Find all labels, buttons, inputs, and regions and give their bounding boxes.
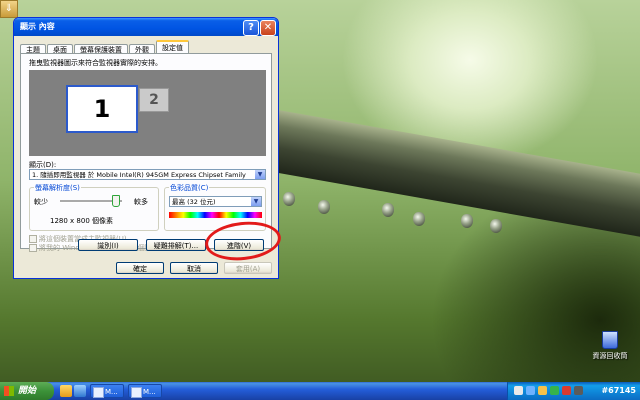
tab-bar: 主題 桌面 螢幕保護裝置 外觀 設定值 <box>20 40 190 56</box>
color-spectrum-bar <box>169 212 262 218</box>
cancel-button[interactable]: 取消 <box>170 262 218 274</box>
monitor-arrangement: 1 2 <box>29 70 266 156</box>
start-label: 開始 <box>18 386 37 396</box>
resolution-value: 1280 x 800 個像素 <box>50 217 113 225</box>
system-tray: #67145 <box>507 382 640 400</box>
monitor-tray-icon[interactable] <box>574 386 583 395</box>
water-drop <box>461 214 473 228</box>
instruction-text: 拖曳監視器圖示來符合監視器實際的安排。 <box>29 59 162 67</box>
water-drop <box>318 200 330 214</box>
taskbar-button-label: M... <box>143 388 156 396</box>
windows-logo-icon <box>4 386 14 396</box>
resolution-legend: 螢幕解析度(S) <box>34 183 81 193</box>
settings-panel: 拖曳監視器圖示來符合監視器實際的安排。 1 2 顯示(D): 1. 隨插即用監視… <box>20 53 272 252</box>
chevron-down-icon[interactable]: ▼ <box>255 170 265 179</box>
display-select-value: 1. 隨插即用監視器 於 Mobile Intel(R) 945GM Expre… <box>32 171 246 179</box>
dialog-title: 顯示 內容 <box>20 22 55 31</box>
clock[interactable]: #67145 <box>601 382 636 400</box>
slider-less-label: 較少 <box>34 198 48 206</box>
color-quality-value: 最高 (32 位元) <box>172 198 216 206</box>
window-icon <box>131 387 142 398</box>
display-select[interactable]: 1. 隨插即用監視器 於 Mobile Intel(R) 945GM Expre… <box>29 169 266 180</box>
monitor-1[interactable]: 1 <box>66 85 138 133</box>
resolution-group: 螢幕解析度(S) 較少 較多 1280 x 800 個像素 <box>29 183 159 231</box>
recycle-bin-icon <box>602 331 618 349</box>
help-button[interactable]: ? <box>243 20 259 36</box>
troubleshoot-button[interactable]: 疑難排解(T)... <box>146 239 206 251</box>
close-button[interactable]: ✕ <box>260 20 276 36</box>
resolution-slider-thumb[interactable] <box>111 195 120 207</box>
dialog-titlebar[interactable]: 顯示 內容 ? ✕ <box>14 18 278 36</box>
water-drop <box>283 192 295 206</box>
color-quality-legend: 色彩品質(C) <box>169 183 210 193</box>
quick-launch-browser-icon[interactable] <box>60 385 72 397</box>
taskbar: 開始 M... M... #67145 <box>0 382 640 400</box>
water-drop <box>490 219 502 233</box>
taskbar-button[interactable]: M... <box>90 384 124 398</box>
wallpaper-branch <box>239 105 640 248</box>
water-drop <box>413 212 425 226</box>
taskbar-button-label: M... <box>105 388 118 396</box>
chevron-down-icon[interactable]: ▼ <box>251 197 261 206</box>
quick-launch-desktop-icon[interactable] <box>74 385 86 397</box>
slider-more-label: 較多 <box>134 198 148 206</box>
security-icon[interactable] <box>550 386 559 395</box>
color-quality-select[interactable]: 最高 (32 位元) ▼ <box>169 196 262 207</box>
water-drop <box>382 203 394 217</box>
window-icon <box>93 387 104 398</box>
taskbar-button[interactable]: M... <box>128 384 162 398</box>
checkbox-box[interactable] <box>29 235 37 243</box>
volume-icon[interactable] <box>538 386 547 395</box>
ok-button[interactable]: 確定 <box>116 262 164 274</box>
network-icon[interactable] <box>526 386 535 395</box>
antivirus-icon[interactable] <box>562 386 571 395</box>
start-button[interactable]: 開始 <box>0 382 54 400</box>
apply-button[interactable]: 套用(A) <box>224 262 272 274</box>
recycle-bin-label: 資源回收筒 <box>592 352 628 360</box>
identify-button[interactable]: 識別(I) <box>78 239 138 251</box>
checkbox-box[interactable] <box>29 244 37 252</box>
keyboard-icon[interactable] <box>514 386 523 395</box>
scroll-down-icon[interactable]: ⇓ <box>0 0 18 18</box>
monitor-2[interactable]: 2 <box>139 88 169 112</box>
recycle-bin[interactable]: 資源回收筒 <box>592 331 628 361</box>
